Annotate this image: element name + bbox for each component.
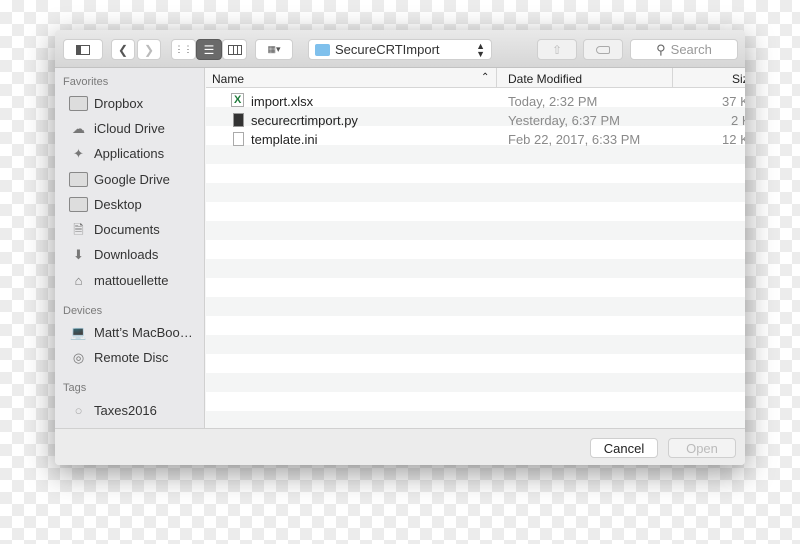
laptop-icon: 💻 bbox=[70, 325, 87, 340]
file-date: Today, 2:32 PM bbox=[508, 94, 598, 109]
arrange-grid-icon: ▦▾ bbox=[267, 44, 281, 54]
location-label: SecureCRTImport bbox=[335, 42, 440, 57]
share-button[interactable]: ⇧ bbox=[537, 39, 577, 60]
sidebar-item-label: Downloads bbox=[94, 247, 159, 262]
sidebar-icon bbox=[76, 44, 90, 55]
search-field[interactable]: ⚲ Search bbox=[630, 39, 738, 60]
folder-icon bbox=[69, 96, 88, 111]
cloud-icon: ☁ bbox=[72, 121, 85, 136]
sort-ascending-icon: ⌃ bbox=[481, 72, 490, 83]
cancel-label: Cancel bbox=[603, 440, 645, 456]
file-name: template.ini bbox=[251, 132, 318, 147]
column-view-button[interactable] bbox=[222, 39, 247, 60]
folder-icon bbox=[69, 172, 88, 187]
sidebar-item-label: mattouellette bbox=[94, 273, 169, 288]
favorites-heading: Favorites bbox=[63, 76, 109, 88]
file-list: Name ⌃ Date Modified Siz X import.xlsx T… bbox=[206, 68, 745, 428]
file-name: import.xlsx bbox=[251, 94, 314, 109]
sidebar-item-label: Matt’s MacBoo… bbox=[94, 325, 193, 340]
downloads-icon: ⬇ bbox=[73, 247, 84, 262]
file-size: 2 K bbox=[731, 113, 745, 128]
open-label: Open bbox=[686, 440, 718, 456]
list-view-button[interactable]: ☰ bbox=[196, 39, 222, 60]
devices-heading: Devices bbox=[63, 305, 103, 317]
documents-icon: 🗎 bbox=[73, 222, 84, 237]
file-row[interactable]: template.ini Feb 22, 2017, 6:33 PM 12 K bbox=[206, 130, 745, 149]
desktop-folder-icon bbox=[69, 197, 88, 212]
arrange-button[interactable]: ▦▾ bbox=[255, 39, 293, 60]
sidebar-item-label: Applications bbox=[94, 146, 165, 161]
sidebar-item-applications[interactable]: ✦ Applications bbox=[69, 146, 164, 161]
applications-icon: ✦ bbox=[73, 146, 84, 161]
updown-chevron-icon: ▲ ▼ bbox=[476, 40, 485, 59]
location-popup[interactable]: SecureCRTImport ▲ ▼ bbox=[308, 39, 492, 60]
chevron-left-icon: ❮ bbox=[117, 42, 129, 57]
forward-button[interactable]: ❯ bbox=[137, 39, 161, 60]
columns-icon bbox=[227, 44, 242, 55]
toolbar: ❮ ❯ ⋮⋮ ☰ ▦▾ SecureCRTImport ▲ ▼ ⇧ ⚲ Search bbox=[55, 30, 745, 68]
sidebar-item-tag-taxes2016[interactable]: ○ Taxes2016 bbox=[69, 403, 157, 418]
share-icon: ⇧ bbox=[551, 42, 563, 57]
file-name: securecrtimport.py bbox=[251, 113, 358, 128]
sidebar-item-dropbox[interactable]: Dropbox bbox=[69, 96, 143, 111]
search-icon: ⚲ bbox=[656, 41, 666, 57]
sidebar: Favorites Dropbox ☁ iCloud Drive ✦ Applica… bbox=[55, 68, 205, 428]
sidebar-item-icloud-drive[interactable]: ☁ iCloud Drive bbox=[69, 121, 165, 136]
search-placeholder: Search bbox=[670, 42, 712, 57]
sidebar-item-documents[interactable]: 🗎 Documents bbox=[69, 222, 160, 237]
column-name[interactable]: Name bbox=[212, 72, 244, 86]
tag-circle-icon: ○ bbox=[74, 403, 83, 418]
sidebar-item-label: Taxes2016 bbox=[94, 403, 157, 418]
sidebar-item-label: Documents bbox=[94, 222, 160, 237]
executable-file-icon bbox=[233, 113, 244, 127]
excel-file-icon: X bbox=[231, 93, 245, 107]
file-row[interactable]: X import.xlsx Today, 2:32 PM 37 K bbox=[206, 92, 745, 111]
sidebar-item-macbook[interactable]: 💻 Matt’s MacBoo… bbox=[69, 325, 193, 340]
chevron-right-icon: ❯ bbox=[143, 42, 155, 57]
open-file-dialog: ❮ ❯ ⋮⋮ ☰ ▦▾ SecureCRTImport ▲ ▼ ⇧ ⚲ Search… bbox=[55, 30, 745, 465]
file-row[interactable]: securecrtimport.py Yesterday, 6:37 PM 2 … bbox=[206, 111, 745, 130]
grid-icon: ⋮⋮ bbox=[174, 44, 193, 54]
cancel-button[interactable]: Cancel bbox=[590, 438, 658, 458]
column-header: Name ⌃ Date Modified Siz bbox=[206, 68, 745, 88]
sidebar-item-google-drive[interactable]: Google Drive bbox=[69, 172, 170, 187]
sidebar-item-remote-disc[interactable]: ◎ Remote Disc bbox=[69, 350, 169, 365]
column-size[interactable]: Siz bbox=[732, 72, 745, 86]
file-size: 37 K bbox=[722, 94, 745, 109]
sidebar-item-desktop[interactable]: Desktop bbox=[69, 197, 142, 212]
column-date-modified[interactable]: Date Modified bbox=[508, 72, 582, 86]
sidebar-item-label: Google Drive bbox=[94, 172, 170, 187]
home-icon: ⌂ bbox=[74, 273, 83, 288]
document-file-icon bbox=[233, 132, 244, 146]
sidebar-toggle-button[interactable] bbox=[63, 39, 103, 60]
file-date: Yesterday, 6:37 PM bbox=[508, 113, 621, 128]
tags-heading: Tags bbox=[63, 382, 87, 394]
sidebar-item-label: iCloud Drive bbox=[94, 121, 165, 136]
sidebar-item-home[interactable]: ⌂ mattouellette bbox=[69, 273, 169, 288]
folder-icon bbox=[315, 43, 330, 56]
file-date: Feb 22, 2017, 6:33 PM bbox=[508, 132, 641, 147]
sidebar-item-downloads[interactable]: ⬇ Downloads bbox=[69, 247, 158, 262]
back-button[interactable]: ❮ bbox=[111, 39, 135, 60]
list-icon: ☰ bbox=[203, 42, 215, 57]
disc-icon: ◎ bbox=[72, 350, 85, 365]
open-button[interactable]: Open bbox=[668, 438, 736, 458]
sidebar-item-label: Desktop bbox=[94, 197, 142, 212]
icon-view-button[interactable]: ⋮⋮ bbox=[171, 39, 196, 60]
sidebar-item-label: Dropbox bbox=[94, 96, 144, 111]
sidebar-item-label: Remote Disc bbox=[94, 350, 169, 365]
button-bar: Cancel Open bbox=[55, 428, 745, 465]
tags-button[interactable] bbox=[583, 39, 623, 60]
tag-icon bbox=[596, 45, 610, 54]
file-size: 12 K bbox=[722, 132, 745, 147]
